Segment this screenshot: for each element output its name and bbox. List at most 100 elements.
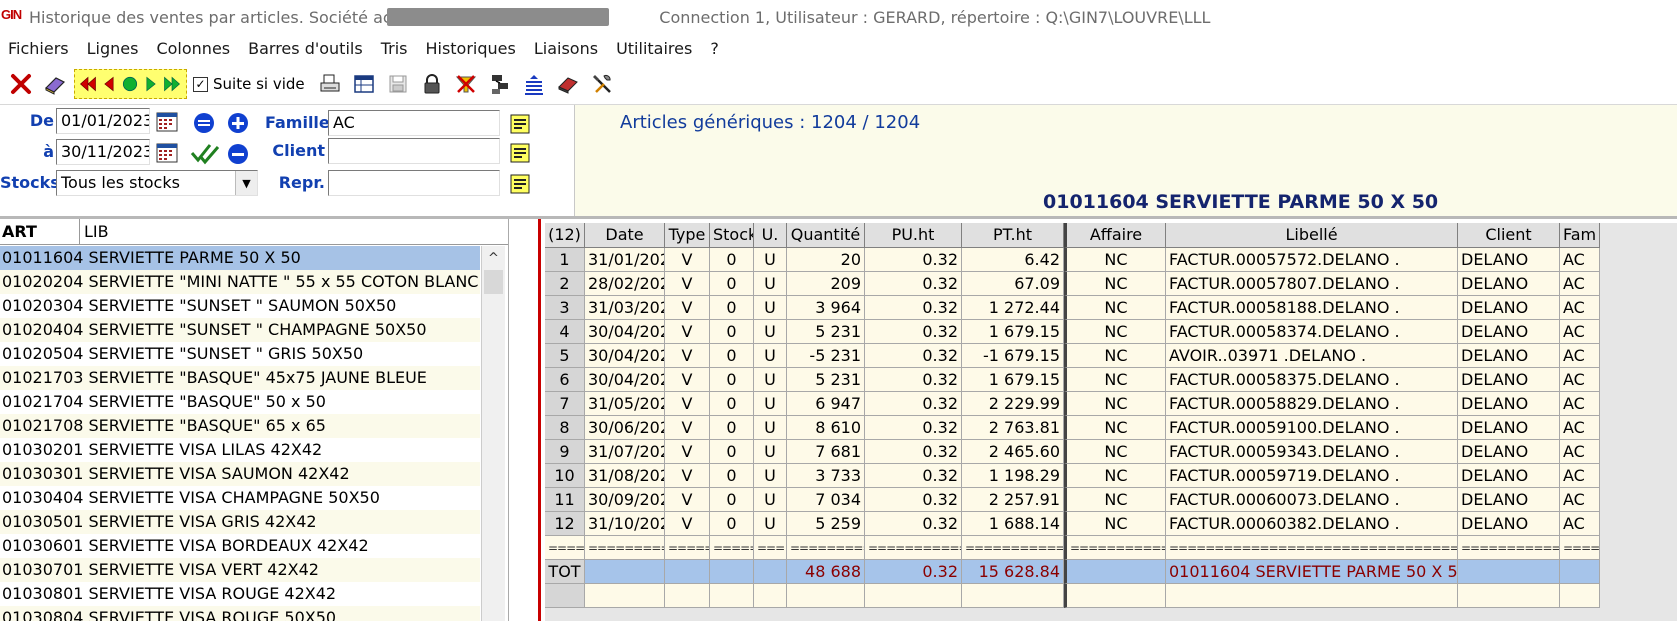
list-item[interactable]: 01030801 SERVIETTE VISA ROUGE 42X42 [0, 582, 480, 606]
column-header-art[interactable]: ART [0, 219, 80, 244]
list-item[interactable]: 01020204 SERVIETTE "MINI NATTE " 55 x 55… [0, 270, 480, 294]
list-item[interactable]: 01030201 SERVIETTE VISA LILAS 42X42 [0, 438, 480, 462]
list-item[interactable]: 01021704 SERVIETTE "BASQUE" 50 x 50 [0, 390, 480, 414]
menu-utilitaires[interactable]: Utilitaires [608, 39, 702, 58]
cell-stock[interactable]: 0 [710, 464, 754, 488]
calendar-to-icon[interactable] [155, 141, 179, 165]
last-record-button[interactable] [162, 69, 182, 99]
client-lookup-icon[interactable] [508, 141, 532, 165]
table-row[interactable]: 331/03/2023V0U3 9640.321 272.44NCFACTUR.… [545, 296, 1600, 320]
cell-num[interactable]: 10 [545, 464, 585, 488]
first-record-button[interactable] [78, 69, 98, 99]
cell-date[interactable]: 31/07/2023 [585, 440, 665, 464]
cell-client[interactable]: DELANO [1458, 248, 1560, 272]
cell-num[interactable]: 6 [545, 368, 585, 392]
cell-pt-ht[interactable]: 2 229.99 [962, 392, 1064, 416]
cell-pt-ht[interactable]: 6.42 [962, 248, 1064, 272]
cell-quantite[interactable]: -5 231 [787, 344, 865, 368]
list-item[interactable]: 01030301 SERVIETTE VISA SAUMON 42X42 [0, 462, 480, 486]
cell-client[interactable]: DELANO [1458, 296, 1560, 320]
cell-client[interactable]: DELANO [1458, 368, 1560, 392]
column-header-stock[interactable]: Stock [710, 223, 754, 248]
cell-libelle[interactable]: FACTUR.00057572.DELANO . [1166, 248, 1458, 272]
column-header-type[interactable]: Type [665, 223, 710, 248]
cell-unit[interactable]: U [754, 512, 787, 536]
cell-date[interactable]: 30/09/2023 [585, 488, 665, 512]
cell-num[interactable]: 2 [545, 272, 585, 296]
cell-affaire[interactable]: NC [1064, 440, 1166, 464]
cell-pt-ht[interactable]: 1 198.29 [962, 464, 1064, 488]
column-header-pu-ht[interactable]: PU.ht [865, 223, 962, 248]
column-header-pt-ht[interactable]: PT.ht [962, 223, 1064, 248]
cell-type[interactable]: V [665, 512, 710, 536]
cell-stock[interactable]: 0 [710, 512, 754, 536]
save-button[interactable] [383, 69, 413, 99]
cell-type[interactable]: V [665, 248, 710, 272]
repr-lookup-icon[interactable] [508, 172, 532, 196]
column-header-libelle[interactable]: Libellé [1166, 223, 1458, 248]
cell-libelle[interactable]: FACTUR.00060382.DELANO . [1166, 512, 1458, 536]
cell-type[interactable]: V [665, 296, 710, 320]
cell-client[interactable]: DELANO [1458, 440, 1560, 464]
cell-num[interactable]: 8 [545, 416, 585, 440]
cell-libelle[interactable]: FACTUR.00058374.DELANO . [1166, 320, 1458, 344]
cell-client[interactable]: DELANO [1458, 392, 1560, 416]
cell-unit[interactable]: U [754, 416, 787, 440]
column-header-affaire[interactable]: Affaire [1064, 223, 1166, 248]
cell-famille[interactable]: AC [1560, 296, 1600, 320]
cell-type[interactable]: V [665, 320, 710, 344]
table-row[interactable]: 931/07/2023V0U7 6810.322 465.60NCFACTUR.… [545, 440, 1600, 464]
cell-libelle[interactable]: FACTUR.00057807.DELANO . [1166, 272, 1458, 296]
cell-pt-ht[interactable]: 2 763.81 [962, 416, 1064, 440]
cell-libelle[interactable]: FACTUR.00059719.DELANO . [1166, 464, 1458, 488]
cell-date[interactable]: 30/04/2023 [585, 368, 665, 392]
cell-client[interactable]: DELANO [1458, 464, 1560, 488]
cell-num[interactable]: 3 [545, 296, 585, 320]
cell-pt-ht[interactable]: 2 465.60 [962, 440, 1064, 464]
column-header-client[interactable]: Client [1458, 223, 1560, 248]
cell-famille[interactable]: AC [1560, 416, 1600, 440]
table-row[interactable]: 731/05/2023V0U6 9470.322 229.99NCFACTUR.… [545, 392, 1600, 416]
close-button[interactable] [6, 69, 36, 99]
list-item[interactable]: 01030404 SERVIETTE VISA CHAMPAGNE 50X50 [0, 486, 480, 510]
column-header-num[interactable]: (12) [545, 223, 585, 248]
scroll-thumb[interactable] [484, 270, 503, 294]
cell-type[interactable]: V [665, 344, 710, 368]
cell-num[interactable]: 12 [545, 512, 585, 536]
table-view-button[interactable] [349, 69, 379, 99]
famille-lookup-icon[interactable] [508, 112, 532, 136]
cell-unit[interactable]: U [754, 392, 787, 416]
cell-famille[interactable]: AC [1560, 392, 1600, 416]
print-button[interactable] [315, 69, 345, 99]
cell-pt-ht[interactable]: 1 688.14 [962, 512, 1064, 536]
cell-type[interactable]: V [665, 272, 710, 296]
book-button[interactable] [40, 69, 70, 99]
column-header-unit[interactable]: U. [754, 223, 787, 248]
cell-pt-ht[interactable]: 1 272.44 [962, 296, 1064, 320]
cell-unit[interactable]: U [754, 368, 787, 392]
cell-stock[interactable]: 0 [710, 248, 754, 272]
current-record-button[interactable] [120, 69, 140, 99]
table-row[interactable]: 131/01/2023V0U200.326.42NCFACTUR.0005757… [545, 248, 1600, 272]
cell-unit[interactable]: U [754, 488, 787, 512]
cell-unit[interactable]: U [754, 272, 787, 296]
cell-libelle[interactable]: FACTUR.00060073.DELANO . [1166, 488, 1458, 512]
cell-affaire[interactable]: NC [1064, 320, 1166, 344]
list-item[interactable]: 01030701 SERVIETTE VISA VERT 42X42 [0, 558, 480, 582]
menu-help[interactable]: ? [702, 39, 729, 58]
cell-stock[interactable]: 0 [710, 392, 754, 416]
cell-quantite[interactable]: 7 034 [787, 488, 865, 512]
cell-famille[interactable]: AC [1560, 440, 1600, 464]
date-from-input[interactable]: 01/01/2023 [56, 108, 150, 134]
cell-stock[interactable]: 0 [710, 272, 754, 296]
stocks-select[interactable]: Tous les stocks ▼ [56, 170, 258, 196]
eraser-button[interactable] [553, 69, 583, 99]
cell-famille[interactable]: AC [1560, 368, 1600, 392]
cell-num[interactable]: 1 [545, 248, 585, 272]
cell-pu-ht[interactable]: 0.32 [865, 344, 962, 368]
cell-num[interactable]: 7 [545, 392, 585, 416]
minus-circle-icon[interactable] [226, 142, 250, 166]
cell-unit[interactable]: U [754, 320, 787, 344]
cell-quantite[interactable]: 20 [787, 248, 865, 272]
cell-num[interactable]: 9 [545, 440, 585, 464]
